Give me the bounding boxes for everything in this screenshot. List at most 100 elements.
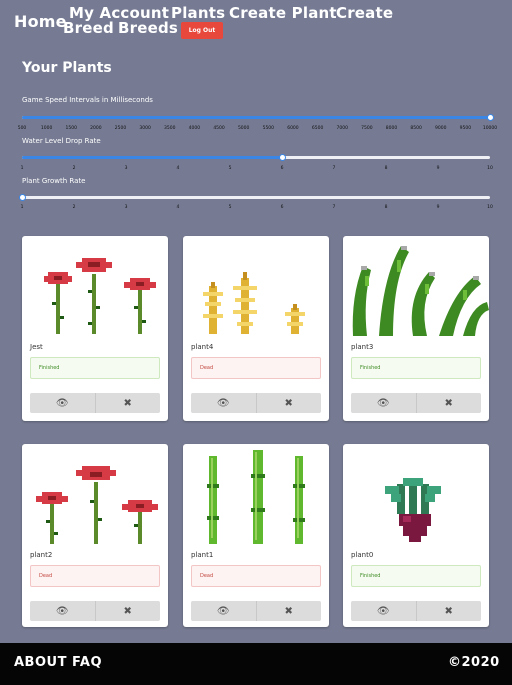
close-icon: ✖ <box>123 605 132 617</box>
slider-tick-label: 10 <box>487 166 493 171</box>
slider-tick-label: 1500 <box>65 126 77 131</box>
delete-plant-button[interactable]: ✖ <box>94 393 161 413</box>
nav-plants-link[interactable]: Plants <box>171 6 225 21</box>
slider-ticks: 1 2 3 4 5 6 7 8 9 10 <box>20 166 493 174</box>
nav-create-breed-link[interactable]: Create <box>336 6 393 21</box>
view-plant-button[interactable]: 👁 <box>30 601 95 621</box>
slider-tick-label: 1 <box>20 166 24 171</box>
plant-status-field: Finished <box>351 357 481 379</box>
slider-tick-label: 9 <box>436 205 440 210</box>
slider-tick-label: 9000 <box>435 126 447 131</box>
delete-plant-button[interactable]: ✖ <box>415 393 482 413</box>
delete-plant-button[interactable]: ✖ <box>255 601 322 621</box>
slider-tick-label: 7 <box>332 166 336 171</box>
slider-label: Game Speed Intervals in Milliseconds <box>22 96 153 104</box>
slider-label: Water Level Drop Rate <box>22 137 101 145</box>
plant-card: plant4 Dead 👁 ✖ <box>183 236 329 421</box>
slider-tick-label: 3 <box>124 205 128 210</box>
view-plant-button[interactable]: 👁 <box>30 393 95 413</box>
plant-name: plant3 <box>351 343 374 351</box>
footer-faq-link[interactable]: FAQ <box>72 655 102 670</box>
slider-tick-label: 8000 <box>385 126 398 131</box>
slider-tick-label: 8500 <box>410 126 422 131</box>
slider-tick-label: 8 <box>384 166 388 171</box>
plant-name: plant2 <box>30 551 53 559</box>
slider-tick-label: 5 <box>228 205 232 210</box>
slider-tick-label: 6 <box>280 166 284 171</box>
slider-label: Plant Growth Rate <box>22 177 86 185</box>
footer-about-link[interactable]: ABOUT <box>14 655 67 670</box>
slider-tick-label: 4000 <box>188 126 201 131</box>
close-icon: ✖ <box>444 605 453 617</box>
view-plant-button[interactable]: 👁 <box>191 393 256 413</box>
plant-status-field: Finished <box>351 565 481 587</box>
slider-tick-label: 500 <box>17 126 27 131</box>
beet-plant-image <box>385 478 441 542</box>
slider-fill <box>22 156 282 159</box>
vine-plant-image <box>352 246 489 336</box>
close-icon: ✖ <box>284 397 293 409</box>
plant-actions: 👁 ✖ <box>30 601 160 621</box>
slider-tick-label: 4500 <box>213 126 225 131</box>
plant-actions: 👁 ✖ <box>351 393 481 413</box>
slider-tick-label: 5500 <box>262 126 275 131</box>
wheat-plant-image <box>203 272 305 334</box>
footer: ABOUT FAQ ©2020 <box>0 643 512 685</box>
delete-plant-button[interactable]: ✖ <box>94 601 161 621</box>
slider-ticks: 1 2 3 4 5 6 7 8 9 10 <box>20 205 493 213</box>
slider-tick-label: 4 <box>176 166 180 171</box>
view-plant-button[interactable]: 👁 <box>351 601 416 621</box>
slider-tick-label: 3000 <box>139 126 151 131</box>
slider-tick-label: 7500 <box>361 126 373 131</box>
slider-fill <box>22 116 490 119</box>
slider-track[interactable] <box>22 114 494 121</box>
plant-actions: 👁 ✖ <box>30 393 160 413</box>
plant-status-field: Dead <box>191 357 321 379</box>
eye-icon: 👁 <box>376 397 390 409</box>
close-icon: ✖ <box>444 397 453 409</box>
eye-icon: 👁 <box>55 605 69 617</box>
delete-plant-button[interactable]: ✖ <box>415 601 482 621</box>
slider-handle[interactable] <box>279 154 286 161</box>
flower-plant-image <box>36 466 158 544</box>
top-nav: Home My Account Plants Create Plant Crea… <box>0 0 512 46</box>
slider-track[interactable] <box>22 154 490 161</box>
slider-tick-label: 6 <box>280 205 284 210</box>
close-icon: ✖ <box>284 605 293 617</box>
slider-tick-label: 1000 <box>40 126 53 131</box>
nav-create-breed-link-line2[interactable]: Breed <box>63 21 114 36</box>
nav-home-link[interactable]: Home <box>14 14 67 30</box>
logout-button[interactable]: Log Out <box>181 22 223 39</box>
slider-tick-label: 2500 <box>114 126 127 131</box>
view-plant-button[interactable]: 👁 <box>191 601 256 621</box>
view-plant-button[interactable]: 👁 <box>351 393 416 413</box>
plant-status-field: Dead <box>191 565 321 587</box>
slider-handle[interactable] <box>487 114 494 121</box>
slider-tick-label: 6500 <box>311 126 324 131</box>
nav-create-plant-link[interactable]: Create Plant <box>229 6 337 21</box>
slider-tick-label: 5000 <box>237 126 250 131</box>
slider-tick-label: 2000 <box>90 126 102 131</box>
slider-tick-label: 10 <box>487 205 493 210</box>
plant-name: plant1 <box>191 551 214 559</box>
plant-name: plant4 <box>191 343 214 351</box>
plant-actions: 👁 ✖ <box>351 601 481 621</box>
plant-name: Jest <box>30 343 43 351</box>
page-title: Your Plants <box>22 60 112 76</box>
slider-track[interactable] <box>19 194 490 201</box>
slider-tick-label: 6000 <box>287 126 299 131</box>
slider-tick-label: 2 <box>72 205 76 210</box>
delete-plant-button[interactable]: ✖ <box>255 393 322 413</box>
plant-card: plant2 Dead 👁 ✖ <box>22 444 168 627</box>
slider-tick-label: 1 <box>20 205 24 210</box>
nav-breeds-link[interactable]: Breeds <box>118 21 178 36</box>
slider-tick-label: 4 <box>176 205 180 210</box>
slider-ticks: 500 1000 1500 2000 2500 3000 3500 4000 4500 5000 5… <box>18 126 497 134</box>
plant-card: plant3 Finished 👁 ✖ <box>343 236 489 421</box>
eye-icon: 👁 <box>376 605 390 617</box>
plant-grid: Jest Finished 👁 ✖ plant4 Dead 👁 ✖ plant3… <box>18 229 494 639</box>
slider-handle[interactable] <box>19 194 26 201</box>
eye-icon: 👁 <box>216 397 230 409</box>
slider-tick-label: 3 <box>124 166 128 171</box>
plant-status-field: Dead <box>30 565 160 587</box>
